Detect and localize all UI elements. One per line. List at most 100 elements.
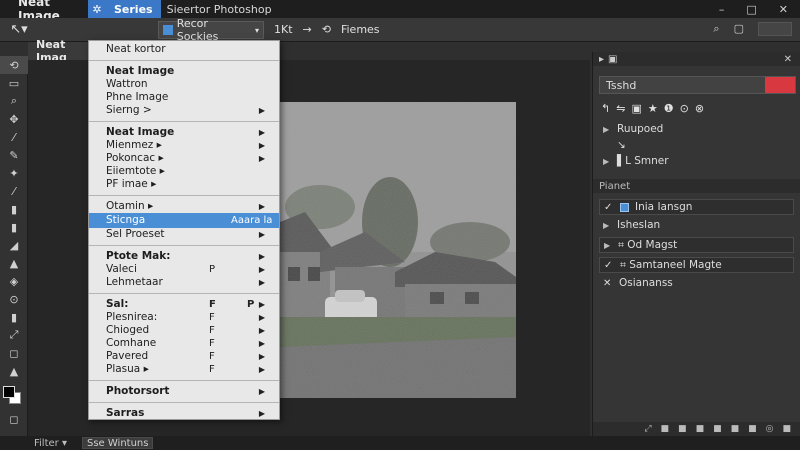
filter-control[interactable]: Filter ▾ xyxy=(0,438,82,449)
menu-item[interactable]: Sierng > ▶ xyxy=(89,104,279,117)
expand-triangle-icon[interactable]: ▶ xyxy=(603,157,611,166)
target-icon[interactable]: ⊙ xyxy=(680,102,689,115)
menu-item[interactable]: PF imae ▸ xyxy=(89,178,279,191)
menu-item[interactable]: Eiiemtote ▸ xyxy=(89,165,279,178)
fx-icon[interactable]: ■ xyxy=(661,424,670,434)
new-layer-icon[interactable]: ■ xyxy=(731,424,740,434)
menu-item[interactable]: Lehmetaar ▶ xyxy=(89,276,279,289)
tool-eraser-icon[interactable]: ◢ xyxy=(0,236,28,254)
info-icon[interactable]: ❶ xyxy=(664,102,674,115)
panel-layer-row[interactable]: ▶ ⌗ Od Magst xyxy=(599,237,794,253)
maximize-icon[interactable]: □ xyxy=(746,3,756,16)
menu-item[interactable]: Photorsort ▶ xyxy=(89,385,279,398)
document-photo[interactable] xyxy=(280,102,516,398)
close-icon[interactable]: ✕ xyxy=(779,3,788,16)
option-frames[interactable]: Fiemes xyxy=(341,23,380,36)
tool-quickmask-icon[interactable]: ◻ xyxy=(0,410,28,428)
menu-item[interactable]: Neat kortor xyxy=(89,43,279,56)
menu-item[interactable]: Sal: F P ▶ xyxy=(89,298,279,311)
menu-item[interactable]: Wattron xyxy=(89,78,279,91)
panel-row-arrow[interactable]: ↘ xyxy=(593,137,800,153)
star-icon[interactable]: ★ xyxy=(648,102,658,115)
check-icon[interactable]: ✓ xyxy=(604,202,614,213)
menu-item[interactable]: Phne Image xyxy=(89,91,279,104)
mask-icon[interactable]: ⊗ xyxy=(695,102,704,115)
trash-icon[interactable]: ■ xyxy=(782,424,791,434)
menu-item[interactable]: Mienmez ▸ ▶ xyxy=(89,139,279,152)
color-swatches[interactable] xyxy=(0,384,28,410)
menu-item[interactable]: Neat Image xyxy=(89,65,279,78)
menu-item[interactable]: Sarras ▶ xyxy=(89,407,279,420)
panel-layer-row[interactable]: ✓ ⌗ Samtaneel Magte xyxy=(599,257,794,273)
expand-triangle-icon[interactable]: ▶ xyxy=(603,125,611,134)
tool-shape-icon[interactable]: ◻ xyxy=(0,344,28,362)
square-icon[interactable]: ▣ xyxy=(631,102,641,115)
tool-marquee-icon[interactable]: ▭ xyxy=(0,74,28,92)
panel-row-ruupoed[interactable]: ▶ Ruupoed xyxy=(593,121,800,137)
swap-icon[interactable]: ⇋ xyxy=(616,102,625,115)
recent-sockies-dropdown[interactable]: Recor Sockies ▾ xyxy=(158,17,264,43)
document-tab[interactable]: Neat Imag xyxy=(28,38,88,64)
tool-transform-icon[interactable]: ⤢ xyxy=(0,326,28,344)
circle-icon[interactable]: ◎ xyxy=(766,424,774,434)
menu-item[interactable]: Plesnirea: F ▶ xyxy=(89,311,279,324)
link-icon[interactable]: ⤢ xyxy=(644,424,651,434)
tool-heal-icon[interactable]: ✦ xyxy=(0,164,28,182)
tool-zoom-icon[interactable]: ⌕ xyxy=(0,92,28,110)
arrow-right-icon[interactable]: → xyxy=(303,23,312,36)
workspace-dropdown[interactable] xyxy=(758,22,792,36)
minimize-icon[interactable]: – xyxy=(719,3,725,16)
tool-blur-icon[interactable]: ▲ xyxy=(0,254,28,272)
tool-history-icon[interactable]: ▮ xyxy=(0,218,28,236)
folder-icon[interactable]: ■ xyxy=(713,424,722,434)
undo-icon[interactable]: ↰ xyxy=(601,102,610,115)
expand-triangle-icon[interactable]: ▶ xyxy=(603,221,611,230)
tool-brush-icon[interactable]: ⁄ xyxy=(0,182,28,200)
check-icon[interactable]: ✓ xyxy=(604,260,614,271)
app-logo-icon[interactable]: ✲ xyxy=(88,0,106,18)
menu-item[interactable]: Chioged F ▶ xyxy=(89,324,279,337)
option-size[interactable]: 1Kt xyxy=(274,23,293,36)
tool-dodge-icon[interactable]: ◈ xyxy=(0,272,28,290)
foreground-color[interactable] xyxy=(3,386,15,398)
search-icon[interactable]: ⌕ xyxy=(713,22,719,36)
select-windows-button[interactable]: Sse Wintuns xyxy=(82,437,154,449)
menu-item[interactable]: Sticnga Aaara la xyxy=(89,213,279,228)
duplicate-icon[interactable]: ■ xyxy=(748,424,757,434)
panel-name-field[interactable]: Tsshd xyxy=(599,76,796,94)
tool-preset-icon[interactable]: ↖▾ xyxy=(0,22,38,37)
menu-item[interactable]: Otamin ▸ ▶ xyxy=(89,200,279,213)
color-chip[interactable] xyxy=(765,77,795,93)
panel-layer-row[interactable]: ✓ Inia Iansgn xyxy=(599,199,794,215)
menu-item[interactable]: Pavered F ▶ xyxy=(89,350,279,363)
menu-item[interactable]: Ptote Mak: ▶ xyxy=(89,250,279,263)
menu-item[interactable]: Sel Proeset ▶ xyxy=(89,228,279,241)
panel-row-smner[interactable]: ▶ ▌L Smner xyxy=(593,153,800,169)
tool-path-icon[interactable]: ⊙ xyxy=(0,290,28,308)
tool-type-icon[interactable]: ▮ xyxy=(0,308,28,326)
menu-item[interactable]: Neat Image ▶ xyxy=(89,126,279,139)
close-icon[interactable]: ✕ xyxy=(603,278,613,289)
tool-move-icon[interactable]: ✥ xyxy=(0,110,28,128)
panel-close-icon[interactable]: ✕ xyxy=(784,54,792,65)
panel-layer-row[interactable]: ✕ Osiananss xyxy=(593,275,800,291)
expand-icon[interactable]: ▸ xyxy=(599,54,604,65)
rotate-icon[interactable]: ⟲ xyxy=(322,23,331,36)
tool-pen-icon[interactable]: ✎ xyxy=(0,146,28,164)
panel-menu-icon[interactable]: ▣ xyxy=(608,54,617,65)
panel-layer-row[interactable]: ▶ Isheslan xyxy=(593,217,800,233)
tool-rotate-icon[interactable]: ⟲ xyxy=(0,56,28,74)
menu-series[interactable]: Series xyxy=(106,0,161,18)
menu-item[interactable]: Pokoncac ▸ ▶ xyxy=(89,152,279,165)
tool-stamp-icon[interactable]: ▮ xyxy=(0,200,28,218)
tool-hand-icon[interactable]: ▲ xyxy=(0,362,28,380)
menu-item[interactable]: Plasua ▸ F ▶ xyxy=(89,363,279,376)
expand-triangle-icon[interactable]: ▶ xyxy=(604,241,612,250)
workspace-icon[interactable]: ▢ xyxy=(734,22,744,36)
adjust-icon[interactable]: ■ xyxy=(696,424,705,434)
arrow-down-right-icon: ↘ xyxy=(617,139,626,151)
tool-slice-icon[interactable]: ⁄ xyxy=(0,128,28,146)
menu-item[interactable]: Comhane F ▶ xyxy=(89,337,279,350)
menu-item[interactable]: Valeci P ▶ xyxy=(89,263,279,276)
mask-add-icon[interactable]: ■ xyxy=(678,424,687,434)
